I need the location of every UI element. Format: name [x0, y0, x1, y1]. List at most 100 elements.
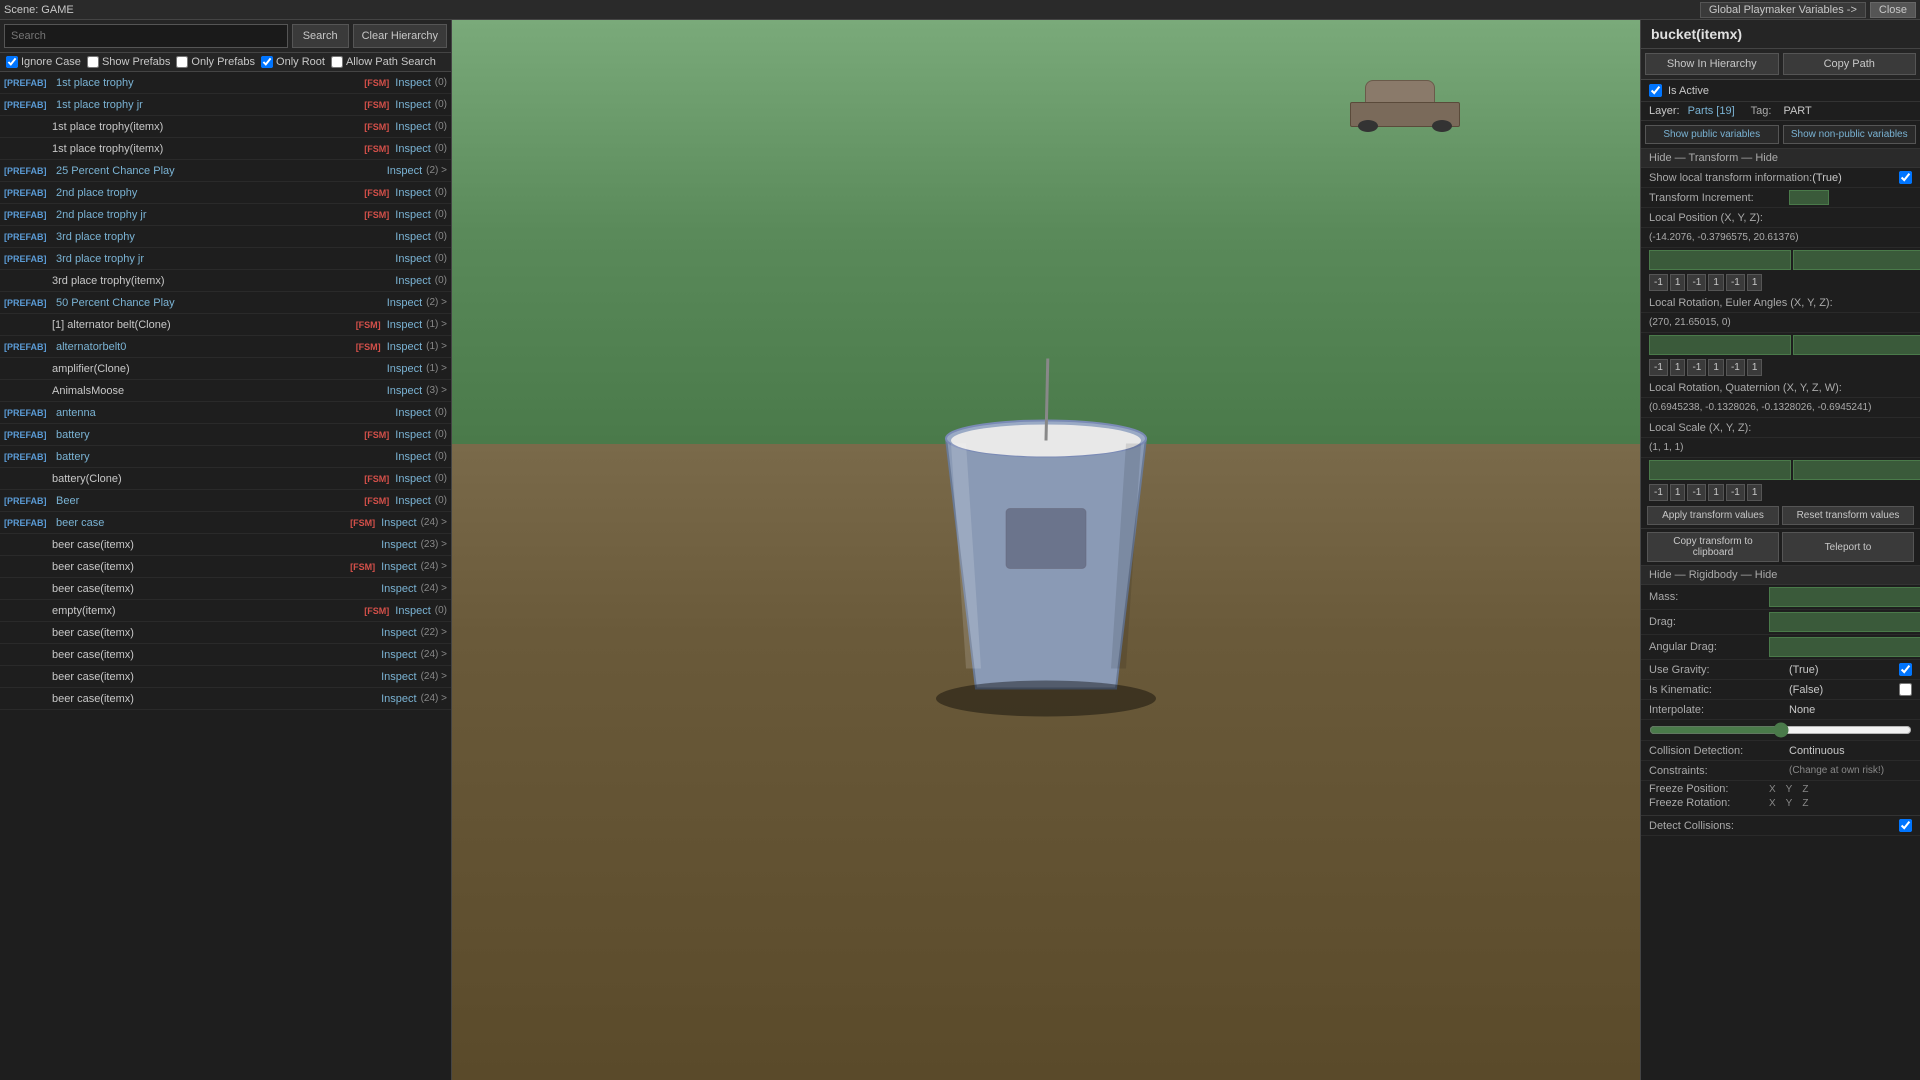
- inspect-btn[interactable]: Inspect: [393, 605, 432, 617]
- scale-x-plus-btn[interactable]: 1: [1670, 484, 1686, 501]
- inspect-btn[interactable]: Inspect: [385, 341, 424, 353]
- pos-x-minus-btn[interactable]: -1: [1649, 274, 1668, 291]
- list-item[interactable]: beer case(itemx)Inspect(22) >: [0, 622, 451, 644]
- is-active-checkbox[interactable]: [1649, 84, 1662, 97]
- inspect-btn[interactable]: Inspect: [393, 231, 432, 243]
- list-item[interactable]: 3rd place trophy(itemx)Inspect(0): [0, 270, 451, 292]
- only-root-checkbox[interactable]: [261, 56, 273, 68]
- inspect-btn[interactable]: Inspect: [393, 209, 432, 221]
- detect-collisions-checkbox[interactable]: [1899, 819, 1912, 832]
- show-nonpublic-vars-btn[interactable]: Show non-public variables: [1783, 125, 1917, 144]
- list-item[interactable]: [1] alternator belt(Clone)[FSM]Inspect(1…: [0, 314, 451, 336]
- rot-y-minus-btn[interactable]: -1: [1687, 359, 1706, 376]
- allow-path-checkbox[interactable]: [331, 56, 343, 68]
- inspect-btn[interactable]: Inspect: [393, 121, 432, 133]
- inspect-btn[interactable]: Inspect: [393, 473, 432, 485]
- pos-y-plus-btn[interactable]: 1: [1708, 274, 1724, 291]
- mass-input[interactable]: 30: [1769, 587, 1920, 607]
- list-item[interactable]: [PREFAB]batteryInspect(0): [0, 446, 451, 468]
- inspect-btn[interactable]: Inspect: [379, 671, 418, 683]
- rot-x-plus-btn[interactable]: 1: [1670, 359, 1686, 376]
- list-item[interactable]: beer case(itemx)Inspect(23) >: [0, 534, 451, 556]
- only-prefabs-checkbox[interactable]: [176, 56, 188, 68]
- drag-input[interactable]: 0: [1769, 612, 1920, 632]
- list-item[interactable]: beer case(itemx)Inspect(24) >: [0, 578, 451, 600]
- use-gravity-checkbox[interactable]: [1899, 663, 1912, 676]
- rot-x-minus-btn[interactable]: -1: [1649, 359, 1668, 376]
- list-item[interactable]: [PREFAB]25 Percent Chance PlayInspect(2)…: [0, 160, 451, 182]
- show-in-hierarchy-btn[interactable]: Show In Hierarchy: [1645, 53, 1779, 75]
- pos-z-plus-btn[interactable]: 1: [1747, 274, 1763, 291]
- rot-y-plus-btn[interactable]: 1: [1708, 359, 1724, 376]
- inspect-btn[interactable]: Inspect: [379, 517, 418, 529]
- pos-y-minus-btn[interactable]: -1: [1687, 274, 1706, 291]
- inspect-btn[interactable]: Inspect: [385, 165, 424, 177]
- inspect-btn[interactable]: Inspect: [393, 275, 432, 287]
- ignore-case-checkbox[interactable]: [6, 56, 18, 68]
- list-item[interactable]: [PREFAB]2nd place trophy[FSM]Inspect(0): [0, 182, 451, 204]
- scale-z-minus-btn[interactable]: -1: [1726, 484, 1745, 501]
- inspect-btn[interactable]: Inspect: [385, 319, 424, 331]
- clear-hierarchy-button[interactable]: Clear Hierarchy: [353, 24, 447, 48]
- inspect-btn[interactable]: Inspect: [393, 451, 432, 463]
- inspect-btn[interactable]: Inspect: [393, 495, 432, 507]
- copy-transform-btn[interactable]: Copy transform to clipboard: [1647, 532, 1779, 562]
- list-item[interactable]: [PREFAB]battery[FSM]Inspect(0): [0, 424, 451, 446]
- list-item[interactable]: 1st place trophy(itemx)[FSM]Inspect(0): [0, 116, 451, 138]
- scale-y-input[interactable]: 1: [1793, 460, 1920, 480]
- inspect-btn[interactable]: Inspect: [379, 649, 418, 661]
- list-item[interactable]: [PREFAB]3rd place trophyInspect(0): [0, 226, 451, 248]
- list-item[interactable]: 1st place trophy(itemx)[FSM]Inspect(0): [0, 138, 451, 160]
- copy-path-btn[interactable]: Copy Path: [1783, 53, 1917, 75]
- list-item[interactable]: AnimalsMooseInspect(3) >: [0, 380, 451, 402]
- reset-transform-btn[interactable]: Reset transform values: [1782, 506, 1914, 525]
- is-kinematic-checkbox[interactable]: [1899, 683, 1912, 696]
- list-item[interactable]: battery(Clone)[FSM]Inspect(0): [0, 468, 451, 490]
- show-public-vars-btn[interactable]: Show public variables: [1645, 125, 1779, 144]
- scale-x-minus-btn[interactable]: -1: [1649, 484, 1668, 501]
- search-input[interactable]: [4, 24, 288, 48]
- list-item[interactable]: beer case(itemx)Inspect(24) >: [0, 688, 451, 710]
- scale-z-plus-btn[interactable]: 1: [1747, 484, 1763, 501]
- transform-increment-input[interactable]: 1: [1789, 190, 1829, 205]
- list-item[interactable]: [PREFAB]antennaInspect(0): [0, 402, 451, 424]
- pos-z-minus-btn[interactable]: -1: [1726, 274, 1745, 291]
- list-item[interactable]: [PREFAB]beer case[FSM]Inspect(24) >: [0, 512, 451, 534]
- inspect-btn[interactable]: Inspect: [393, 429, 432, 441]
- list-item[interactable]: beer case(itemx)[FSM]Inspect(24) >: [0, 556, 451, 578]
- list-item[interactable]: [PREFAB]alternatorbelt0[FSM]Inspect(1) >: [0, 336, 451, 358]
- inspect-btn[interactable]: Inspect: [379, 693, 418, 705]
- teleport-btn[interactable]: Teleport to: [1782, 532, 1914, 562]
- list-item[interactable]: [PREFAB]50 Percent Chance PlayInspect(2)…: [0, 292, 451, 314]
- inspect-btn[interactable]: Inspect: [393, 187, 432, 199]
- pos-y-input[interactable]: -0.3796578: [1793, 250, 1920, 270]
- inspect-btn[interactable]: Inspect: [393, 99, 432, 111]
- inspect-btn[interactable]: Inspect: [393, 407, 432, 419]
- inspect-btn[interactable]: Inspect: [379, 583, 418, 595]
- rot-y-input[interactable]: 21.65115: [1793, 335, 1920, 355]
- inspect-btn[interactable]: Inspect: [393, 77, 432, 89]
- scale-y-minus-btn[interactable]: -1: [1687, 484, 1706, 501]
- list-item[interactable]: [PREFAB]1st place trophy[FSM]Inspect(0): [0, 72, 451, 94]
- inspect-btn[interactable]: Inspect: [385, 385, 424, 397]
- angular-drag-input[interactable]: 0.05: [1769, 637, 1920, 657]
- inspect-btn[interactable]: Inspect: [379, 561, 418, 573]
- inspect-btn[interactable]: Inspect: [385, 363, 424, 375]
- rot-x-input[interactable]: 270: [1649, 335, 1791, 355]
- list-item[interactable]: amplifier(Clone)Inspect(1) >: [0, 358, 451, 380]
- pos-x-plus-btn[interactable]: 1: [1670, 274, 1686, 291]
- apply-transform-btn[interactable]: Apply transform values: [1647, 506, 1779, 525]
- global-playmaker-btn[interactable]: Global Playmaker Variables ->: [1700, 2, 1866, 18]
- list-item[interactable]: [PREFAB]Beer[FSM]Inspect(0): [0, 490, 451, 512]
- pos-x-input[interactable]: -14.20759: [1649, 250, 1791, 270]
- inspect-btn[interactable]: Inspect: [393, 143, 432, 155]
- inspect-btn[interactable]: Inspect: [379, 539, 418, 551]
- show-prefabs-checkbox[interactable]: [87, 56, 99, 68]
- scale-y-plus-btn[interactable]: 1: [1708, 484, 1724, 501]
- inspect-btn[interactable]: Inspect: [385, 297, 424, 309]
- list-item[interactable]: beer case(itemx)Inspect(24) >: [0, 666, 451, 688]
- interpolate-slider[interactable]: [1649, 722, 1912, 738]
- inspect-btn[interactable]: Inspect: [393, 253, 432, 265]
- rot-z-plus-btn[interactable]: 1: [1747, 359, 1763, 376]
- list-item[interactable]: [PREFAB]2nd place trophy jr[FSM]Inspect(…: [0, 204, 451, 226]
